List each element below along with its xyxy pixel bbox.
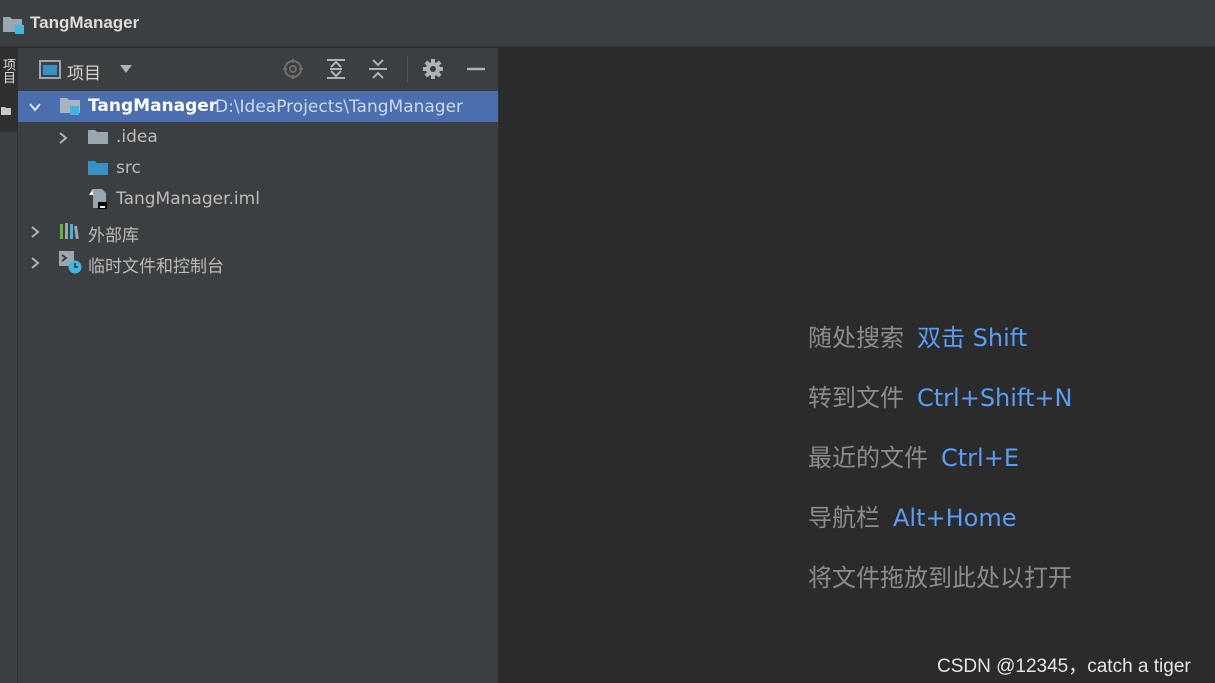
- scratch-icon: [59, 251, 82, 274]
- hint-text: 将文件拖放到此处以打开: [808, 564, 1072, 592]
- tree-row-scratches[interactable]: 临时文件和控制台: [18, 247, 498, 278]
- project-panel: 项目 TangManager D:\IdeaProjects\TangManag…: [18, 48, 499, 683]
- collapse-all-icon[interactable]: [367, 58, 389, 80]
- hint-text: 随处搜索: [808, 324, 904, 352]
- hint-recent-files: 最近的文件 Ctrl+E: [808, 438, 1019, 473]
- minimize-icon[interactable]: [465, 58, 487, 80]
- hint-drop-files: 将文件拖放到此处以打开: [808, 558, 1072, 593]
- tree-item-name: 外部库: [88, 226, 139, 246]
- locate-icon[interactable]: [282, 58, 304, 80]
- hint-shortcut: Ctrl+Shift+N: [917, 384, 1073, 412]
- hint-text: 导航栏: [808, 504, 880, 532]
- project-folder-icon: [3, 17, 24, 34]
- chevron-right-icon[interactable]: [28, 225, 42, 239]
- tree-row-external-libraries[interactable]: 外部库: [18, 216, 498, 247]
- chevron-right-icon[interactable]: [28, 256, 42, 270]
- iml-file-icon: [89, 189, 107, 209]
- chevron-right-icon[interactable]: [56, 131, 70, 145]
- tree-row-root[interactable]: TangManager D:\IdeaProjects\TangManager: [18, 91, 498, 122]
- project-view-label[interactable]: 项目: [67, 59, 101, 84]
- project-view-icon: [39, 60, 61, 79]
- folder-icon: [1, 107, 11, 115]
- expand-all-icon[interactable]: [325, 58, 347, 80]
- gear-icon[interactable]: [422, 58, 444, 80]
- tree-row-src[interactable]: src: [18, 153, 498, 184]
- title-bar: TangManager: [0, 0, 1215, 47]
- hint-search-everywhere: 随处搜索 双击 Shift: [808, 318, 1027, 353]
- hint-shortcut: 双击 Shift: [917, 324, 1028, 352]
- hint-navigation-bar: 导航栏 Alt+Home: [808, 498, 1016, 533]
- tree-row-iml[interactable]: TangManager.iml: [18, 184, 498, 215]
- source-folder-icon: [88, 161, 108, 175]
- project-toolbar: 项目: [18, 48, 498, 90]
- window-title: TangManager: [30, 13, 140, 32]
- library-icon: [60, 223, 79, 240]
- hint-text: 转到文件: [808, 384, 904, 412]
- chevron-down-icon[interactable]: [28, 100, 42, 114]
- tree-root-name: TangManager: [88, 96, 218, 116]
- project-tool-tab-label: 项目: [0, 58, 15, 84]
- tree-item-name: 临时文件和控制台: [88, 257, 224, 277]
- watermark: CSDN @12345，catch a tiger: [937, 656, 1191, 677]
- tree-item-name: TangManager.iml: [116, 189, 260, 209]
- hint-text: 最近的文件: [808, 444, 928, 472]
- folder-icon: [88, 130, 108, 144]
- hint-shortcut: Ctrl+E: [941, 444, 1019, 472]
- project-folder-icon: [60, 98, 80, 115]
- tree-root-path: D:\IdeaProjects\TangManager: [215, 97, 464, 117]
- tree-item-name: .idea: [116, 127, 158, 147]
- tree-item-name: src: [116, 158, 141, 178]
- tree-row-idea[interactable]: .idea: [18, 122, 498, 153]
- hint-goto-file: 转到文件 Ctrl+Shift+N: [808, 378, 1072, 413]
- project-tool-tab[interactable]: 项目: [0, 48, 18, 132]
- toolbar-separator: [407, 56, 408, 82]
- left-tool-strip: 项目: [0, 48, 18, 683]
- chevron-down-icon[interactable]: [119, 64, 133, 74]
- hint-shortcut: Alt+Home: [893, 504, 1017, 532]
